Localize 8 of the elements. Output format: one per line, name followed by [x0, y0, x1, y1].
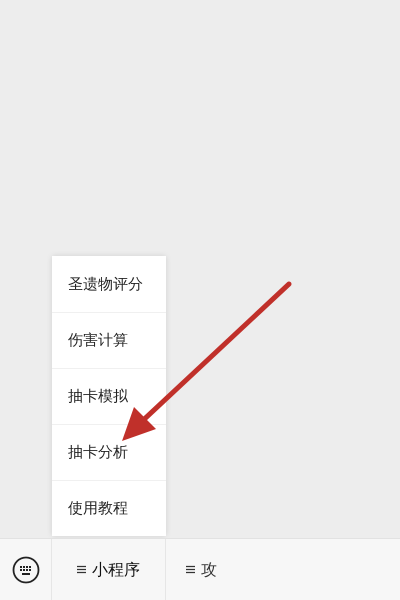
menu-tab[interactable]: 小程序 — [77, 558, 140, 582]
menu-item[interactable]: 伤害计算 — [52, 312, 166, 368]
menu-icon — [186, 565, 195, 574]
menu-icon — [77, 565, 86, 574]
menu-item[interactable]: 使用教程 — [52, 480, 166, 536]
keyboard-icon[interactable] — [12, 556, 40, 584]
menu-item[interactable]: 圣遗物评分 — [52, 256, 166, 312]
menu-tab[interactable]: 攻 — [186, 558, 217, 582]
